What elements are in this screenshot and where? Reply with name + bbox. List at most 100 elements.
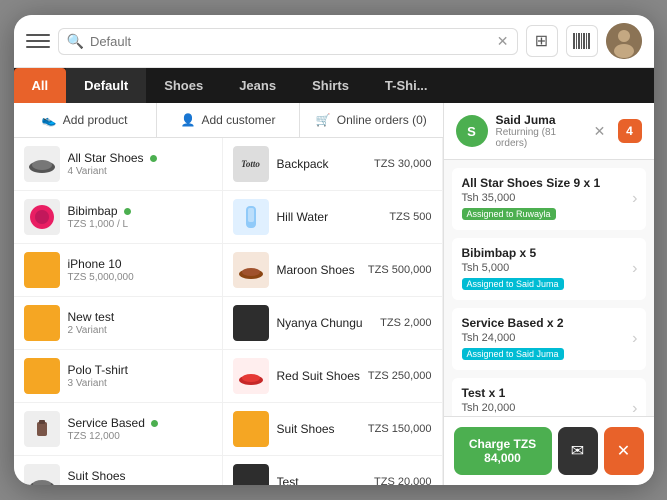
clear-cart-button[interactable]: ✕	[604, 427, 644, 475]
tab-jeans[interactable]: Jeans	[221, 68, 294, 103]
product-thumbnail	[24, 411, 60, 447]
add-customer-label: Add customer	[201, 113, 275, 127]
customer-info: Said Juma Returning (81 orders)	[496, 113, 582, 149]
product-thumbnail: Totto	[233, 146, 269, 182]
product-info: Hill Water	[277, 210, 382, 224]
list-item[interactable]: Polo T-shirt 3 Variant	[14, 350, 223, 403]
tab-shirts[interactable]: Shirts	[294, 68, 367, 103]
list-item[interactable]: Totto Backpack TZS 30,000	[223, 138, 443, 191]
product-name: Test	[277, 475, 367, 485]
user-avatar[interactable]	[606, 23, 642, 59]
product-thumbnail	[233, 358, 269, 394]
product-name: Service Based	[68, 416, 212, 430]
charge-button[interactable]: Charge TZS 84,000	[454, 427, 552, 475]
product-thumbnail	[24, 305, 60, 341]
active-dot	[124, 208, 131, 215]
cart-item-price: Tsh 20,000	[462, 402, 636, 414]
product-price: TZS 30,000	[374, 158, 431, 170]
products-panel: 👟 Add product 👤 Add customer 🛒 Online or…	[14, 103, 444, 485]
cart-item-badge: Assigned to Ruwayla	[462, 208, 556, 220]
cart-item-badge: Assigned to Said Juma	[462, 278, 564, 290]
online-orders-icon: 🛒	[316, 113, 331, 127]
product-info: Maroon Shoes	[277, 263, 360, 277]
product-info: Service Based TZS 12,000	[68, 416, 212, 442]
product-thumbnail	[233, 464, 269, 485]
product-price: TZS 150,000	[368, 423, 432, 435]
list-item[interactable]: Test TZS 20,000	[223, 456, 443, 485]
product-meta: TZS 12,000	[68, 431, 212, 442]
chevron-right-icon: ›	[632, 400, 637, 416]
list-item[interactable]: Nyanya Chungu TZS 2,000	[223, 297, 443, 350]
tab-tshirts[interactable]: T-Shi...	[367, 68, 446, 103]
list-item[interactable]: All Star Shoes 4 Variant	[14, 138, 223, 191]
clear-search-button[interactable]: ✕	[497, 33, 509, 50]
product-name: Suit Shoes	[68, 469, 212, 483]
list-item[interactable]: Bibimbap TZS 1,000 / L	[14, 191, 223, 244]
product-info: Backpack	[277, 157, 367, 171]
list-item[interactable]: Service Based TZS 12,000	[14, 403, 223, 456]
product-meta: TZS 250,000	[68, 484, 212, 485]
active-dot	[150, 155, 157, 162]
search-input[interactable]	[90, 34, 491, 49]
product-info: Nyanya Chungu	[277, 316, 373, 330]
product-info: Polo T-shirt 3 Variant	[68, 363, 212, 389]
product-price: TZS 20,000	[374, 476, 431, 485]
product-thumbnail	[24, 199, 60, 235]
main-content: 👟 Add product 👤 Add customer 🛒 Online or…	[14, 103, 654, 485]
barcode-icon[interactable]	[566, 25, 598, 57]
product-thumbnail	[233, 411, 269, 447]
online-orders-button[interactable]: 🛒 Online orders (0)	[300, 103, 442, 137]
chevron-right-icon: ›	[632, 330, 637, 348]
search-icon: 🔍	[67, 33, 84, 50]
product-info: Suit Shoes TZS 250,000	[68, 469, 212, 485]
cart-item-name: Service Based x 2	[462, 316, 636, 330]
add-product-button[interactable]: 👟 Add product	[14, 103, 157, 137]
cart-item-name: All Star Shoes Size 9 x 1	[462, 176, 636, 190]
list-item[interactable]: Hill Water TZS 500	[223, 191, 443, 244]
cart-item[interactable]: Test x 1 Tsh 20,000 Assigned to Said Jum…	[452, 378, 646, 416]
product-thumbnail	[233, 199, 269, 235]
menu-icon[interactable]	[26, 29, 50, 53]
list-item[interactable]: iPhone 10 TZS 5,000,000	[14, 244, 223, 297]
cart-header: S Said Juma Returning (81 orders) ✕ 4	[444, 103, 654, 160]
product-name: All Star Shoes	[68, 151, 212, 165]
search-bar: 🔍 ✕	[58, 28, 518, 55]
list-item[interactable]: Suit Shoes TZS 250,000	[14, 456, 223, 485]
product-thumbnail	[24, 358, 60, 394]
email-button[interactable]: ✉	[558, 427, 598, 475]
product-info: New test 2 Variant	[68, 310, 212, 336]
product-list: All Star Shoes 4 Variant Totto Backpack …	[14, 138, 443, 485]
cart-item[interactable]: Bibimbap x 5 Tsh 5,000 Assigned to Said …	[452, 238, 646, 300]
grid-view-icon[interactable]: ⊞	[526, 25, 558, 57]
online-orders-label: Online orders (0)	[337, 113, 427, 127]
tab-default[interactable]: Default	[66, 68, 146, 103]
product-name: Hill Water	[277, 210, 382, 224]
product-thumbnail	[233, 252, 269, 288]
product-name: Polo T-shirt	[68, 363, 212, 377]
product-name: Bibimbap	[68, 204, 212, 218]
tab-all[interactable]: All	[14, 68, 67, 103]
clear-icon: ✕	[617, 441, 630, 461]
product-name: New test	[68, 310, 212, 324]
list-item[interactable]: Suit Shoes TZS 150,000	[223, 403, 443, 456]
product-thumbnail	[24, 464, 60, 485]
chevron-right-icon: ›	[632, 190, 637, 208]
product-name: Suit Shoes	[277, 422, 360, 436]
cart-item[interactable]: Service Based x 2 Tsh 24,000 Assigned to…	[452, 308, 646, 370]
list-item[interactable]: Maroon Shoes TZS 500,000	[223, 244, 443, 297]
list-item[interactable]: Red Suit Shoes TZS 250,000	[223, 350, 443, 403]
cart-footer: Charge TZS 84,000 ✉ ✕	[444, 416, 654, 485]
close-cart-button[interactable]: ✕	[590, 121, 610, 141]
email-icon: ✉	[571, 441, 584, 461]
customer-name: Said Juma	[496, 113, 582, 127]
category-tabs: All Default Shoes Jeans Shirts T-Shi...	[14, 68, 654, 103]
list-item[interactable]: New test 2 Variant	[14, 297, 223, 350]
product-name: iPhone 10	[68, 257, 212, 271]
cart-item[interactable]: All Star Shoes Size 9 x 1 Tsh 35,000 Ass…	[452, 168, 646, 230]
product-meta: 3 Variant	[68, 378, 212, 389]
product-name: Maroon Shoes	[277, 263, 360, 277]
product-price: TZS 2,000	[380, 317, 431, 329]
tab-shoes[interactable]: Shoes	[146, 68, 221, 103]
product-meta: 2 Variant	[68, 325, 212, 336]
add-customer-button[interactable]: 👤 Add customer	[157, 103, 300, 137]
